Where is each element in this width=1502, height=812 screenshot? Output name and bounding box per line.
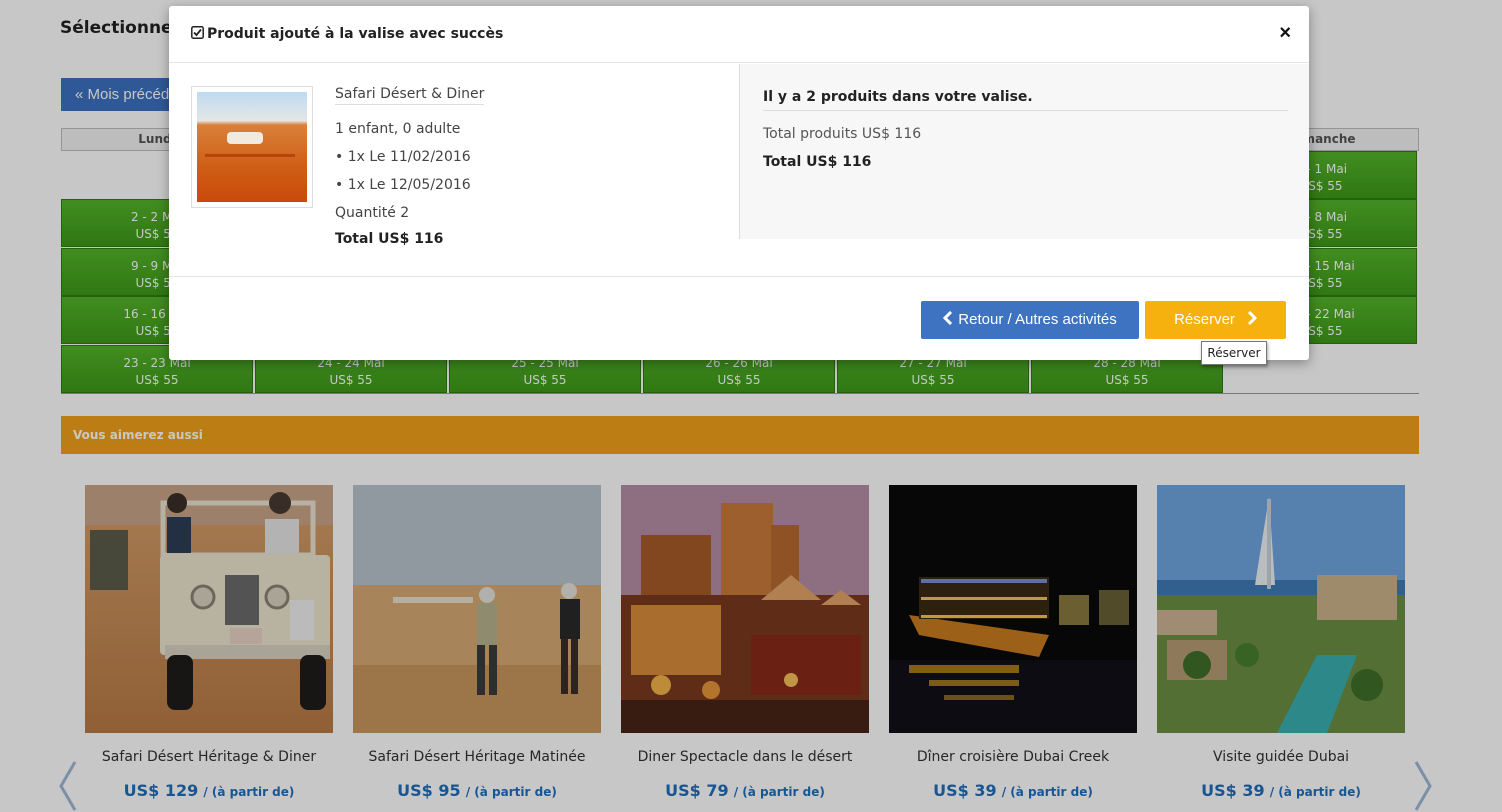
added-product: Safari Désert & Diner 1 enfant, 0 adulte… (169, 64, 739, 276)
product-name[interactable]: Safari Désert Héritage Matinée (353, 749, 601, 765)
product-date: • 1x Le 12/05/2016 (335, 177, 471, 193)
cart-summary-title: Il y a 2 produits dans votre valise. (763, 89, 1288, 111)
modal-divider (169, 276, 1309, 277)
price-amount: US$ 39 (933, 781, 997, 800)
product-image[interactable] (1157, 485, 1405, 733)
product-name[interactable]: Safari Désert & Diner (335, 86, 485, 105)
desert-men-photo (353, 485, 601, 733)
back-button[interactable]: Retour / Autres activités (921, 301, 1139, 339)
product-card[interactable]: Safari Désert Héritage & Diner US$ 129 /… (85, 485, 333, 800)
dhow-cruise-photo (889, 485, 1137, 733)
page-title: Sélectionner (60, 18, 181, 38)
calendar-day-price: US$ 55 (911, 373, 955, 387)
also-like-bar: Vous aimerez aussi (61, 416, 1419, 454)
product-thumbnail (191, 86, 313, 208)
product-price: US$ 39 / (à partir de) (889, 781, 1137, 800)
price-amount: US$ 39 (1201, 781, 1265, 800)
price-suffix: / (à partir de) (1269, 785, 1361, 799)
vintage-jeep-photo (85, 485, 333, 733)
product-quantity: Quantité 2 (335, 205, 410, 221)
product-participants: 1 enfant, 0 adulte (335, 121, 461, 137)
product-name[interactable]: Diner Spectacle dans le désert (621, 749, 869, 765)
product-image[interactable] (621, 485, 869, 733)
calendar-day-price: US$ 55 (135, 373, 179, 387)
product-total: Total US$ 116 (335, 231, 444, 247)
cart-products-total: Total produits US$ 116 (763, 126, 922, 142)
product-name[interactable]: Visite guidée Dubai (1157, 749, 1405, 765)
product-card[interactable]: Dîner croisière Dubai Creek US$ 39 / (à … (889, 485, 1137, 800)
calendar-divider (61, 393, 1419, 394)
calendar-day-price: US$ 55 (523, 373, 567, 387)
price-amount: US$ 79 (665, 781, 729, 800)
calendar-day-price: US$ 55 (329, 373, 373, 387)
close-icon[interactable]: × (1279, 22, 1291, 45)
product-card[interactable]: Safari Désert Héritage Matinée US$ 95 / … (353, 485, 601, 800)
product-card[interactable]: Visite guidée Dubai US$ 39 / (à partir d… (1157, 485, 1405, 800)
reserve-button-label: Réserver (1174, 311, 1235, 328)
back-button-label: Retour / Autres activités (958, 311, 1117, 328)
check-square-icon (191, 26, 204, 39)
product-name[interactable]: Dîner croisière Dubai Creek (889, 749, 1137, 765)
chevron-right-icon (1247, 310, 1258, 326)
product-card[interactable]: Diner Spectacle dans le désert US$ 79 / … (621, 485, 869, 800)
reserve-tooltip: Réserver (1201, 341, 1267, 365)
price-amount: US$ 129 (123, 781, 199, 800)
price-suffix: / (à partir de) (733, 785, 825, 799)
price-suffix: / (à partir de) (203, 785, 295, 799)
carousel-next-arrow-icon[interactable] (1412, 760, 1434, 812)
product-date: • 1x Le 11/02/2016 (335, 149, 471, 165)
product-name[interactable]: Safari Désert Héritage & Diner (85, 749, 333, 765)
modal-header: Produit ajouté à la valise avec succès × (169, 6, 1309, 63)
price-suffix: / (à partir de) (1001, 785, 1093, 799)
cart-summary: Il y a 2 produits dans votre valise. Tot… (739, 64, 1309, 239)
product-price: US$ 79 / (à partir de) (621, 781, 869, 800)
carousel-prev-arrow-icon[interactable] (57, 760, 79, 812)
reserve-button[interactable]: Réserver (1145, 301, 1286, 339)
dubai-city-photo (1157, 485, 1405, 733)
cart-modal: Produit ajouté à la valise avec succès ×… (169, 6, 1309, 360)
calendar-day-price: US$ 55 (717, 373, 761, 387)
chevron-left-icon (943, 310, 953, 326)
product-image[interactable] (85, 485, 333, 733)
product-price: US$ 129 / (à partir de) (85, 781, 333, 800)
product-image[interactable] (889, 485, 1137, 733)
modal-title: Produit ajouté à la valise avec succès (191, 26, 503, 42)
safari-desert-photo (197, 92, 307, 202)
price-amount: US$ 95 (397, 781, 461, 800)
price-suffix: / (à partir de) (465, 785, 557, 799)
modal-title-text: Produit ajouté à la valise avec succès (207, 26, 504, 42)
calendar-day-price: US$ 55 (1105, 373, 1149, 387)
product-price: US$ 39 / (à partir de) (1157, 781, 1405, 800)
cart-total: Total US$ 116 (763, 154, 872, 170)
product-image[interactable] (353, 485, 601, 733)
product-price: US$ 95 / (à partir de) (353, 781, 601, 800)
desert-camp-photo (621, 485, 869, 733)
